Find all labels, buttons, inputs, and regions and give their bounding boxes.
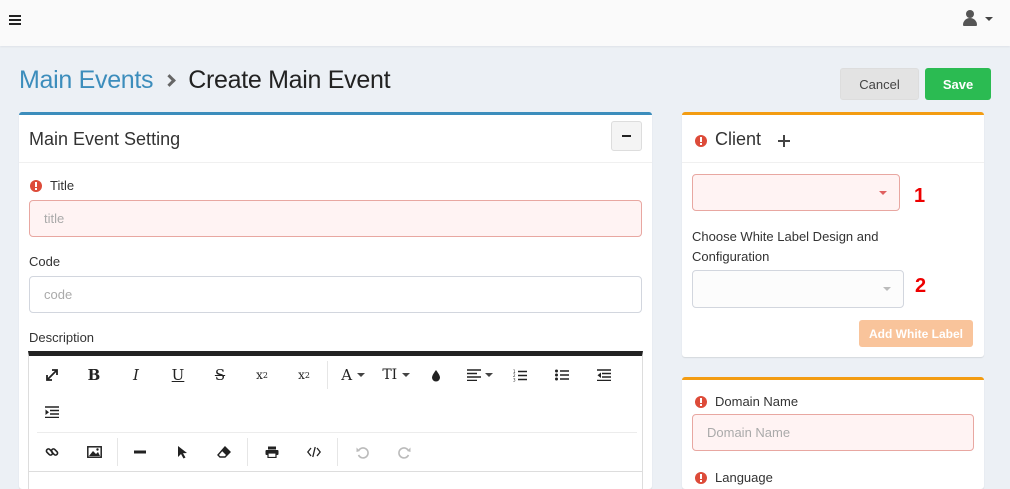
code-label: Code [29, 254, 61, 269]
fullscreen-icon[interactable] [37, 361, 67, 389]
code-view-icon[interactable] [299, 438, 329, 466]
save-button[interactable]: Save [925, 68, 991, 100]
font-color-icon[interactable]: A [334, 361, 372, 389]
user-menu[interactable] [962, 8, 996, 30]
client-panel: Client 1 Choose White Label Design and C… [682, 112, 984, 357]
horizontal-rule-icon[interactable] [125, 438, 155, 466]
required-icon [695, 395, 707, 408]
add-white-label-button[interactable]: Add White Label [859, 320, 973, 347]
title-input[interactable]: title [29, 200, 642, 237]
description-label: Description [29, 330, 95, 345]
collapse-button[interactable] [611, 121, 642, 151]
link-icon[interactable] [37, 438, 67, 466]
panel-header: Client [682, 115, 984, 163]
breadcrumb: Main Events Create Main Event [19, 64, 391, 96]
domain-name-label: Domain Name [695, 394, 798, 409]
required-icon [695, 135, 707, 147]
print-icon[interactable] [257, 438, 287, 466]
domain-panel: Domain Name Domain Name Language [682, 377, 984, 489]
outdent-icon[interactable] [589, 361, 619, 389]
required-icon [695, 471, 707, 484]
rich-text-editor: B I U S x2 x2 A TI 123 [28, 351, 643, 489]
align-icon[interactable] [461, 361, 499, 389]
strikethrough-icon[interactable]: S [205, 361, 235, 389]
image-icon[interactable] [79, 438, 109, 466]
undo-icon[interactable] [347, 438, 377, 466]
top-navbar [0, 0, 1010, 46]
required-icon [30, 179, 42, 192]
code-input[interactable]: code [29, 276, 642, 313]
add-client-icon[interactable] [778, 135, 790, 147]
main-event-setting-panel: Main Event Setting Title title Code code… [19, 112, 652, 489]
panel-title: Client [715, 129, 762, 149]
annotation-number: 2 [915, 275, 927, 297]
italic-icon[interactable]: I [121, 361, 151, 389]
chevron-down-icon [985, 17, 993, 21]
ordered-list-icon[interactable]: 123 [505, 361, 535, 389]
svg-text:3: 3 [513, 377, 516, 382]
subscript-icon[interactable]: x2 [247, 361, 277, 389]
indent-icon[interactable] [37, 398, 67, 426]
breadcrumb-main-events[interactable]: Main Events [19, 66, 154, 95]
language-label: Language [695, 470, 773, 485]
superscript-icon[interactable]: x2 [289, 361, 319, 389]
user-icon [966, 10, 974, 18]
unordered-list-icon[interactable] [547, 361, 577, 389]
pointer-icon[interactable] [167, 438, 197, 466]
domain-name-input[interactable]: Domain Name [692, 414, 974, 451]
redo-icon[interactable] [389, 438, 419, 466]
white-label-label: Choose White Label Design and Configurat… [692, 229, 879, 264]
eraser-icon[interactable] [209, 438, 239, 466]
panel-title: Main Event Setting [29, 129, 181, 149]
chevron-down-icon [879, 191, 887, 195]
chevron-down-icon [883, 287, 891, 291]
minus-icon [622, 135, 631, 137]
cancel-button[interactable]: Cancel [840, 68, 919, 100]
font-size-icon[interactable]: TI [376, 361, 416, 389]
bold-icon[interactable]: B [79, 361, 109, 389]
white-label-select[interactable] [692, 270, 904, 308]
annotation-number: 1 [914, 185, 926, 207]
client-select[interactable] [692, 174, 900, 211]
underline-icon[interactable]: U [163, 361, 193, 389]
ink-drop-icon[interactable] [421, 361, 451, 389]
page-title: Create Main Event [188, 65, 391, 94]
hamburger-icon[interactable] [9, 15, 21, 25]
title-label: Title [30, 178, 74, 193]
panel-header: Main Event Setting [19, 115, 652, 163]
chevron-right-icon [163, 73, 177, 87]
